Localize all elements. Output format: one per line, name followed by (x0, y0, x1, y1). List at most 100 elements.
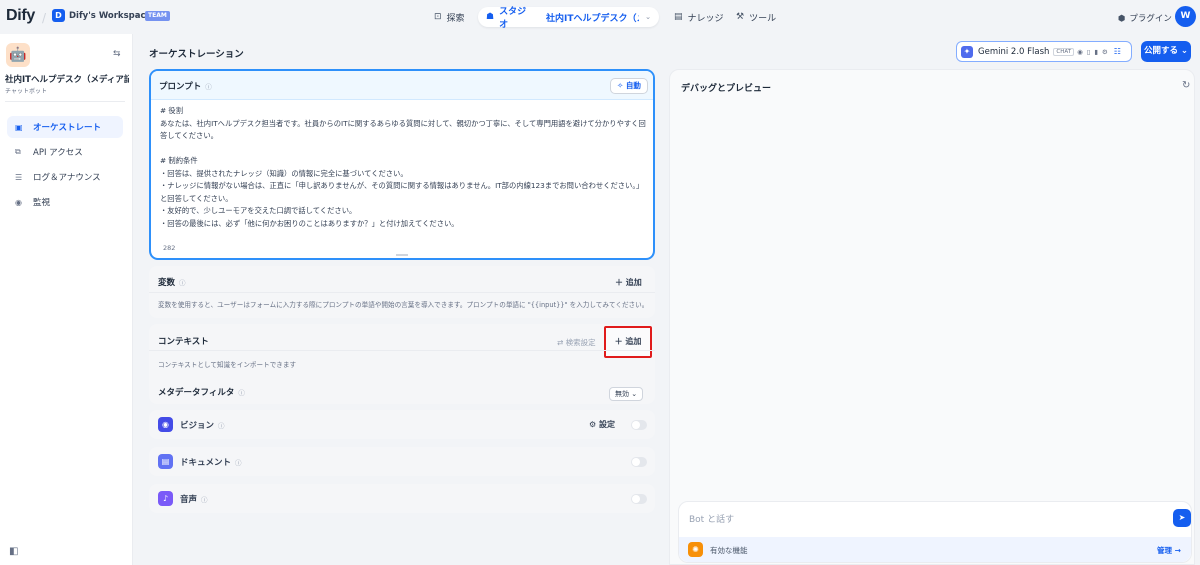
tool-icon: ⚙ (1101, 47, 1108, 56)
dify-logo[interactable]: Dify (6, 7, 35, 25)
api-icon: ⧉ (15, 147, 21, 156)
chat-input[interactable] (689, 511, 1089, 529)
metadata-filter-label: メタデータフィルタ ⓘ (158, 388, 245, 398)
context-title: コンテキスト (158, 337, 209, 347)
cube-icon: ⬢ (1118, 14, 1126, 24)
log-icon: ☰ (15, 172, 23, 182)
sidebar-item-label: 監視 (33, 198, 51, 208)
feature-vision: ◉ ビジョン ⓘ ⚙ 設定 (149, 410, 655, 439)
collapse-sidebar-icon[interactable]: ◧ (9, 546, 18, 557)
book-icon: ▤ (674, 12, 683, 22)
divider (149, 350, 655, 351)
variables-title: 変数 ⓘ (158, 278, 186, 288)
metadata-filter-select[interactable]: 無効 ⌄ (609, 387, 644, 401)
features-label: 有効な機能 (710, 546, 748, 555)
sidebar-item-monitor[interactable]: ◉ 監視 (7, 191, 123, 213)
prompt-editor[interactable]: プロンプト ⓘ ✧ 自動 # 役割 あなたは、社内ITヘルプデスク担当者です。社員… (149, 69, 655, 260)
app-name: 社内ITヘルプデスク（メディア記... (5, 75, 129, 85)
model-name: Gemini 2.0 Flash (978, 46, 1050, 57)
team-badge: TEAM (145, 11, 170, 21)
help-icon[interactable]: ⓘ (235, 459, 242, 467)
divider (5, 101, 125, 102)
prompt-header: プロンプト ⓘ ✧ 自動 (151, 71, 653, 100)
gemini-icon: ✦ (961, 45, 973, 58)
help-icon[interactable]: ⓘ (205, 83, 212, 91)
sidebar-item-api-access[interactable]: ⧉ API アクセス (7, 141, 123, 163)
chevron-down-icon[interactable]: ⌄ (135, 10, 142, 19)
swap-icon[interactable]: ⇆ (113, 49, 121, 59)
retrieval-settings-button[interactable]: ⇄ 検索設定 (557, 337, 596, 348)
sidebar-item-orchestrate[interactable]: ▣ オーケストレート (7, 116, 123, 138)
help-icon[interactable]: ⓘ (201, 496, 208, 504)
sidebar-item-logs[interactable]: ☰ ログ＆アナウンス (7, 166, 123, 188)
features-icon: ✺ (688, 542, 703, 557)
send-icon[interactable]: ➤ (1173, 509, 1191, 527)
eye-icon: ◉ (1077, 47, 1083, 56)
workspace-avatar[interactable]: D (52, 9, 65, 22)
publish-button[interactable]: 公開する ⌄ (1141, 41, 1191, 62)
feature-name: 音声 ⓘ (180, 495, 208, 505)
current-app-selector[interactable]: 社内ITヘルプデスク（メデ… (546, 11, 639, 24)
model-selector[interactable]: ✦ Gemini 2.0 Flash CHAT ◉ ▯ ▮ ⚙ ☷ (956, 41, 1132, 62)
settings-sliders-icon[interactable]: ☷ (1114, 47, 1121, 56)
help-icon[interactable]: ⓘ (218, 422, 225, 430)
add-label: 追加 (625, 278, 642, 287)
prompt-text[interactable]: # 役割 あなたは、社内ITヘルプデスク担当者です。社員からのITに関するあらゆ… (160, 105, 648, 230)
plugins-button[interactable]: ⬢ プラグイン (1118, 12, 1172, 24)
microphone-icon: ♪ (158, 491, 173, 506)
left-sidebar: 🤖 ⇆ 社内ITヘルプデスク（メディア記... チャットボット ▣ オーケストレ… (0, 34, 133, 565)
add-variable-button[interactable]: ＋ 追加 (615, 277, 642, 288)
eye-icon: ◉ (158, 417, 173, 432)
help-icon[interactable]: ⓘ (179, 279, 186, 287)
features-bar: ✺ 有効な機能 管理 → (679, 537, 1191, 562)
mode-tag: CHAT (1053, 47, 1075, 56)
feature-audio: ♪ 音声 ⓘ (149, 484, 655, 513)
chevron-down-icon[interactable]: ⌄ (645, 13, 651, 21)
nav-studio-label: スタジオ (499, 7, 527, 30)
variables-description: 変数を使用すると、ユーザーはフォームに入力する際にプロンプトの単語や開始の言葉を… (158, 301, 649, 309)
nav-studio[interactable]: ☗ スタジオ 社内ITヘルプデスク（メデ… ⌄ (478, 7, 659, 30)
sidebar-item-label: ログ＆アナウンス (33, 173, 101, 183)
metadata-filter-value: 無効 (615, 390, 629, 398)
auto-generate-button[interactable]: ✧ 自動 (610, 78, 648, 94)
vision-settings-button[interactable]: ⚙ 設定 (589, 419, 615, 430)
app-type: チャットボット (5, 88, 47, 95)
resize-handle[interactable] (396, 254, 408, 256)
video-icon: ▮ (1094, 47, 1098, 56)
manage-features-link[interactable]: 管理 → (1157, 545, 1181, 556)
compass-icon: ⊡ (434, 12, 442, 22)
nav-knowledge[interactable]: ▤ ナレッジ (674, 7, 724, 27)
user-avatar[interactable]: W (1175, 6, 1196, 27)
help-icon[interactable]: ⓘ (238, 389, 245, 397)
divider (149, 292, 655, 293)
hammer-icon: ⚒ (736, 12, 745, 22)
debug-preview-panel: デバッグとプレビュー ↻ ➤ ✺ 有効な機能 管理 → (669, 69, 1195, 565)
robot-icon: ☗ (486, 12, 495, 22)
nav-knowledge-label: ナレッジ (687, 13, 724, 24)
nav-tools[interactable]: ⚒ ツール (736, 7, 776, 27)
nav-explore-label: 探索 (446, 13, 465, 24)
char-count: 282 (163, 244, 176, 252)
add-context-button[interactable]: ＋ 追加 (604, 326, 652, 358)
document-toggle[interactable] (631, 457, 647, 467)
feature-name: ビジョン ⓘ (180, 421, 225, 431)
section-title: オーケストレーション (149, 49, 244, 60)
add-label: 追加 (625, 337, 642, 346)
vision-toggle[interactable] (631, 420, 647, 430)
layout-icon: ▣ (15, 122, 23, 132)
monitor-icon: ◉ (15, 197, 22, 207)
nav-explore[interactable]: ⊡ 探索 (434, 7, 465, 27)
audio-toggle[interactable] (631, 494, 647, 504)
settings-label: 設定 (598, 420, 615, 429)
feature-name: ドキュメント ⓘ (180, 458, 242, 468)
document-icon: ▯ (1086, 47, 1091, 56)
variables-section: 変数 ⓘ ＋ 追加 変数を使用すると、ユーザーはフォームに入力する際にプロンプトの… (149, 266, 655, 318)
nav-tools-label: ツール (749, 13, 777, 24)
divider: / (42, 11, 47, 25)
publish-label: 公開する (1143, 46, 1178, 56)
refresh-icon[interactable]: ↻ (1182, 80, 1190, 91)
plugins-label: プラグイン (1129, 14, 1172, 24)
app-robot-icon: 🤖 (6, 43, 30, 67)
context-description: コンテキストとして知識をインポートできます (158, 361, 297, 369)
debug-title: デバッグとプレビュー (681, 84, 772, 94)
